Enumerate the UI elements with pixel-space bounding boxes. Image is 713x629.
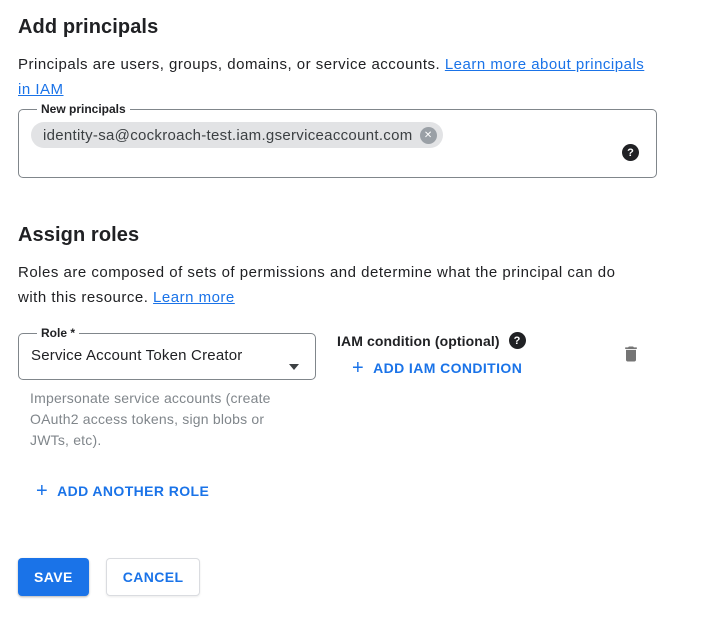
role-label: Role * bbox=[37, 326, 79, 340]
delete-role-button[interactable] bbox=[621, 344, 641, 364]
roles-description-text: Roles are composed of sets of permission… bbox=[18, 264, 615, 306]
iam-condition-help-icon[interactable]: ? bbox=[509, 332, 526, 349]
cancel-button[interactable]: CANCEL bbox=[106, 558, 201, 596]
save-button[interactable]: SAVE bbox=[18, 558, 89, 596]
new-principals-field[interactable]: New principals identity-sa@cockroach-tes… bbox=[18, 102, 657, 178]
new-principals-label: New principals bbox=[37, 102, 130, 116]
role-column: Role * Service Account Token Creator Imp… bbox=[18, 326, 316, 451]
learn-more-roles-link[interactable]: Learn more bbox=[153, 289, 235, 306]
add-another-role-label: ADD ANOTHER ROLE bbox=[57, 481, 209, 501]
add-principals-panel: Add principals Principals are users, gro… bbox=[0, 0, 713, 596]
role-selected-value: Service Account Token Creator bbox=[31, 346, 303, 366]
iam-condition-label: IAM condition (optional) bbox=[337, 333, 500, 349]
principals-description-text: Principals are users, groups, domains, o… bbox=[18, 56, 445, 73]
role-helper-text: Impersonate service accounts (create OAu… bbox=[18, 388, 288, 451]
dropdown-arrow-icon bbox=[289, 364, 299, 370]
assign-roles-title: Assign roles bbox=[18, 223, 695, 247]
role-select[interactable]: Role * Service Account Token Creator bbox=[18, 326, 316, 380]
iam-condition-label-row: IAM condition (optional) ? bbox=[337, 332, 526, 349]
principals-help-icon[interactable]: ? bbox=[622, 144, 639, 161]
iam-condition-column: IAM condition (optional) ? + ADD IAM CON… bbox=[337, 326, 526, 379]
add-another-role-button[interactable]: + ADD ANOTHER ROLE bbox=[36, 481, 209, 501]
trash-icon bbox=[621, 344, 641, 364]
roles-description: Roles are composed of sets of permission… bbox=[18, 260, 633, 310]
role-row: Role * Service Account Token Creator Imp… bbox=[18, 326, 695, 451]
principal-chip: identity-sa@cockroach-test.iam.gservicea… bbox=[31, 122, 443, 148]
plus-icon: + bbox=[36, 482, 48, 500]
principals-description: Principals are users, groups, domains, o… bbox=[18, 52, 653, 102]
add-iam-condition-label: ADD IAM CONDITION bbox=[373, 358, 522, 378]
page-title: Add principals bbox=[18, 15, 695, 39]
chip-remove-icon[interactable]: ✕ bbox=[420, 127, 437, 144]
plus-icon: + bbox=[352, 359, 364, 377]
action-bar: SAVE CANCEL bbox=[18, 558, 695, 596]
principal-chip-text: identity-sa@cockroach-test.iam.gservicea… bbox=[43, 127, 413, 144]
add-iam-condition-button[interactable]: + ADD IAM CONDITION bbox=[352, 358, 522, 378]
